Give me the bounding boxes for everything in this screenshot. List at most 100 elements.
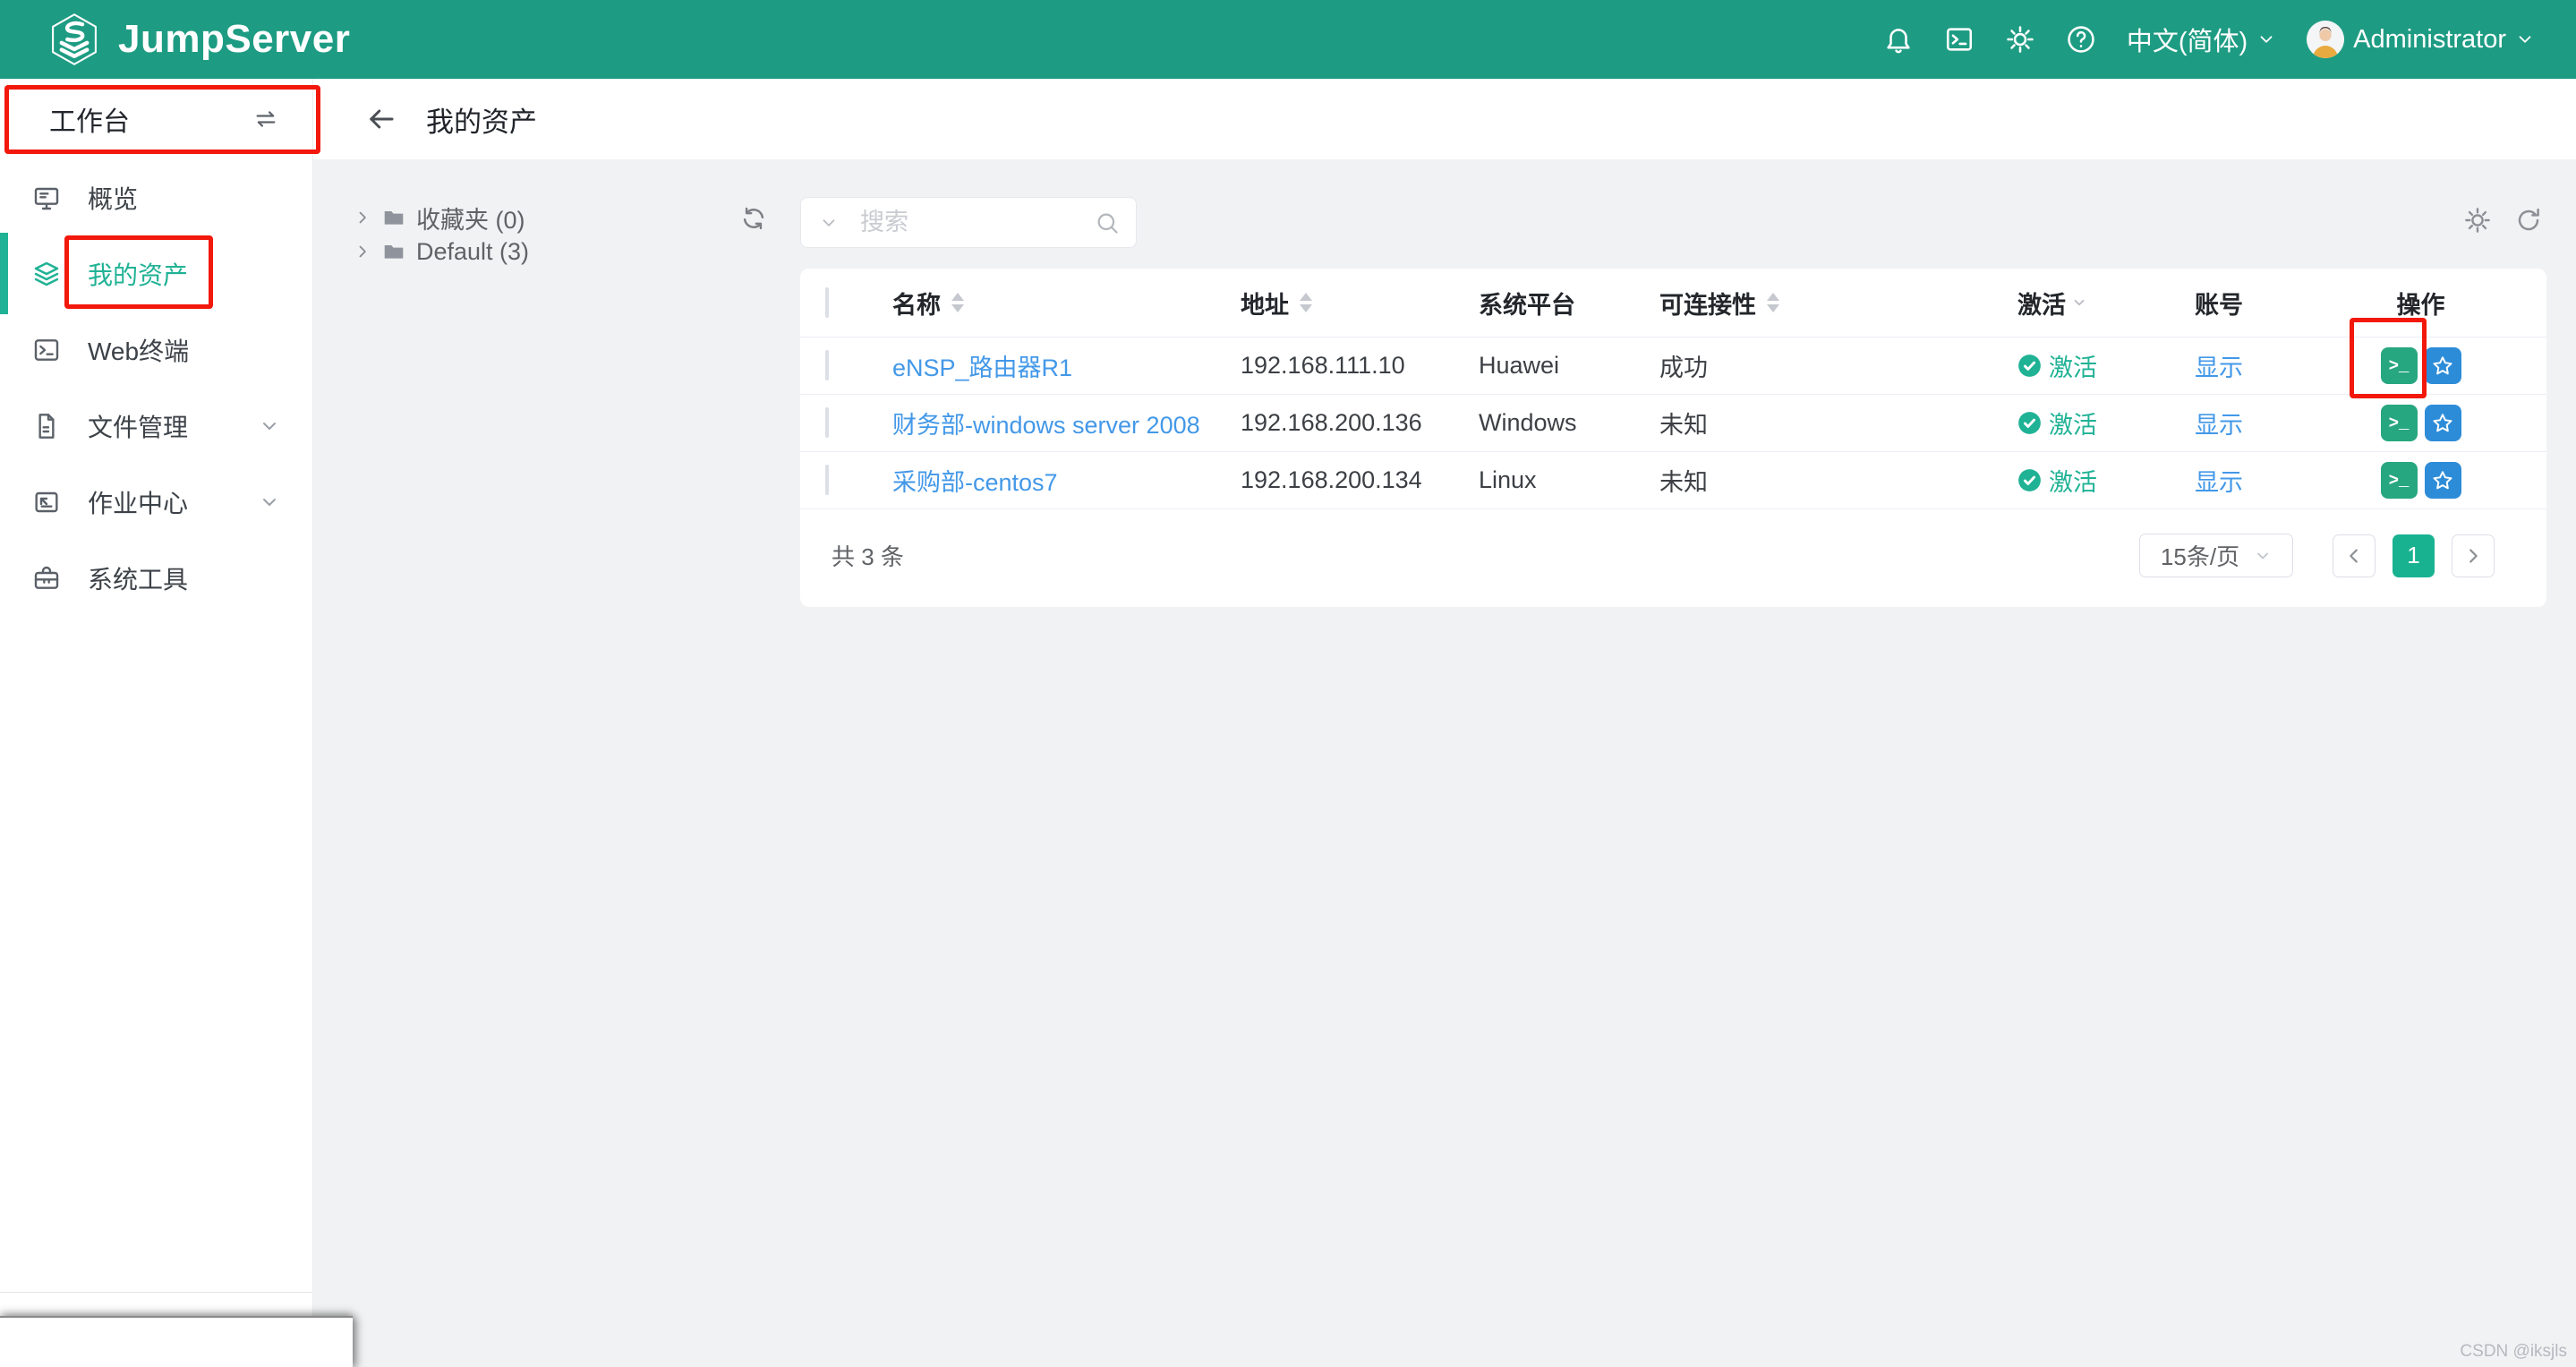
sidebar-item-icon: [32, 336, 61, 364]
connect-terminal-button[interactable]: >_: [2381, 405, 2418, 441]
row-checkbox[interactable]: [825, 465, 829, 495]
sidebar-item[interactable]: 作业中心: [0, 464, 312, 540]
column-header-name[interactable]: 名称: [892, 286, 1241, 320]
language-selector[interactable]: 中文(简体): [2127, 21, 2276, 58]
user-menu[interactable]: Administrator: [2307, 21, 2535, 58]
select-all-checkbox[interactable]: [825, 287, 829, 318]
active-status-label: 激活: [2049, 348, 2097, 383]
username-label: Administrator: [2353, 25, 2506, 55]
sidebar: 工作台 概览 我的资产 Web终端: [0, 79, 313, 1367]
sidebar-item-label: 概览: [88, 180, 138, 216]
filter-chevron-icon[interactable]: [2071, 295, 2087, 311]
sidebar-menu: 概览 我的资产 Web终端: [0, 159, 312, 616]
chevron-down-icon: [2515, 30, 2535, 49]
connect-terminal-button[interactable]: >_: [2381, 347, 2418, 384]
sidebar-divider: [0, 1292, 312, 1293]
search-input[interactable]: [860, 209, 1095, 236]
topbar: JumpServer 中文(简体) Administrator: [0, 0, 2576, 79]
tree-refresh-icon[interactable]: [741, 206, 766, 231]
notification-bell-icon[interactable]: [1883, 24, 1914, 55]
column-header-actions: 操作: [2367, 286, 2525, 320]
sidebar-item-icon: [32, 564, 61, 593]
content-area: 收藏夹 (0) Default (3): [313, 159, 2576, 1367]
sidebar-item[interactable]: 系统工具: [0, 540, 312, 616]
sort-icon[interactable]: [1767, 293, 1779, 312]
pagination: 15条/页 1: [2139, 534, 2495, 577]
search-box: [800, 197, 1137, 248]
show-account-link[interactable]: 显示: [2195, 412, 2243, 439]
column-header-platform: 系统平台: [1479, 286, 1659, 320]
favorite-star-button[interactable]: [2425, 462, 2461, 499]
swap-horizontal-icon[interactable]: [253, 107, 278, 132]
workspace-label: 工作台: [49, 99, 130, 139]
table-settings-gear-icon[interactable]: [2463, 206, 2492, 235]
page-size-select[interactable]: 15条/页: [2139, 534, 2293, 577]
asset-address: 192.168.111.10: [1241, 352, 1405, 379]
prev-page-button[interactable]: [2333, 534, 2376, 577]
settings-gear-icon[interactable]: [2005, 24, 2035, 55]
sidebar-item-label: Web终端: [88, 332, 189, 368]
asset-name-link[interactable]: eNSP_路由器R1: [892, 355, 1072, 381]
sidebar-item[interactable]: 文件管理: [0, 388, 312, 464]
column-header-account: 账号: [2195, 286, 2367, 320]
sidebar-item-icon: [32, 412, 61, 440]
sidebar-item[interactable]: Web终端: [0, 312, 312, 388]
sidebar-item-icon: [32, 488, 61, 517]
show-account-link[interactable]: 显示: [2195, 469, 2243, 496]
sidebar-item-label: 我的资产: [88, 256, 188, 292]
connect-terminal-button[interactable]: >_: [2381, 462, 2418, 499]
brand[interactable]: JumpServer: [0, 12, 350, 67]
page-header: 我的资产: [313, 79, 2576, 159]
chevron-right-icon[interactable]: [354, 243, 371, 261]
tree-node[interactable]: Default (3): [354, 235, 747, 269]
search-filter-chevron-icon[interactable]: [819, 213, 839, 233]
chevron-right-icon[interactable]: [354, 209, 371, 226]
sidebar-item-icon: [32, 184, 61, 212]
row-checkbox[interactable]: [825, 350, 829, 380]
favorite-star-button[interactable]: [2425, 405, 2461, 441]
search-icon[interactable]: [1095, 210, 1120, 235]
check-circle-icon: [2017, 468, 2042, 492]
current-page-button[interactable]: 1: [2393, 534, 2435, 577]
asset-tree: 收藏夹 (0) Default (3): [354, 201, 747, 269]
asset-name-link[interactable]: 财务部-windows server 2008: [892, 412, 1200, 439]
table-row: 财务部-windows server 2008 192.168.200.136 …: [800, 395, 2546, 452]
language-label: 中文(简体): [2127, 21, 2248, 58]
chevron-down-icon: [2256, 30, 2276, 49]
web-terminal-icon[interactable]: [1944, 24, 1975, 55]
favorite-star-button[interactable]: [2425, 347, 2461, 384]
next-page-button[interactable]: [2452, 534, 2495, 577]
sidebar-item[interactable]: 概览: [0, 159, 312, 235]
asset-platform: Huawei: [1479, 352, 1559, 379]
active-status-label: 激活: [2049, 463, 2097, 498]
back-arrow-icon[interactable]: [365, 103, 397, 135]
tree-node-label: Default (3): [416, 238, 529, 266]
table-row: eNSP_路由器R1 192.168.111.10 Huawei 成功 激活 显…: [800, 337, 2546, 395]
workspace-switcher[interactable]: 工作台: [0, 79, 312, 159]
sidebar-item-label: 系统工具: [88, 560, 188, 596]
page-size-label: 15条/页: [2161, 539, 2239, 572]
sidebar-item[interactable]: 我的资产: [0, 235, 312, 312]
show-account-link[interactable]: 显示: [2195, 355, 2243, 381]
column-header-address[interactable]: 地址: [1241, 286, 1479, 320]
asset-table-card: 名称 地址 系统平台 可连接性 激活 账号: [800, 269, 2546, 607]
help-icon[interactable]: [2066, 24, 2096, 55]
sidebar-item-label: 作业中心: [88, 484, 188, 520]
column-header-active[interactable]: 激活: [2017, 286, 2195, 320]
active-status-badge: 激活: [2017, 463, 2195, 498]
row-checkbox[interactable]: [825, 407, 829, 438]
sort-icon[interactable]: [1300, 293, 1312, 312]
brand-name: JumpServer: [118, 17, 350, 62]
tree-node-label: 收藏夹 (0): [416, 201, 525, 235]
asset-address: 192.168.200.136: [1241, 409, 1422, 436]
asset-name-link[interactable]: 采购部-centos7: [892, 469, 1058, 496]
asset-connectivity: 未知: [1659, 412, 1708, 439]
sort-icon[interactable]: [951, 293, 964, 312]
check-circle-icon: [2017, 354, 2042, 378]
table-row: 采购部-centos7 192.168.200.134 Linux 未知 激活 …: [800, 452, 2546, 509]
column-header-connectivity[interactable]: 可连接性: [1659, 286, 2017, 320]
total-count-label: 共 3 条: [832, 539, 904, 572]
tree-node[interactable]: 收藏夹 (0): [354, 201, 747, 235]
table-refresh-icon[interactable]: [2515, 207, 2542, 234]
asset-platform: Linux: [1479, 466, 1537, 493]
